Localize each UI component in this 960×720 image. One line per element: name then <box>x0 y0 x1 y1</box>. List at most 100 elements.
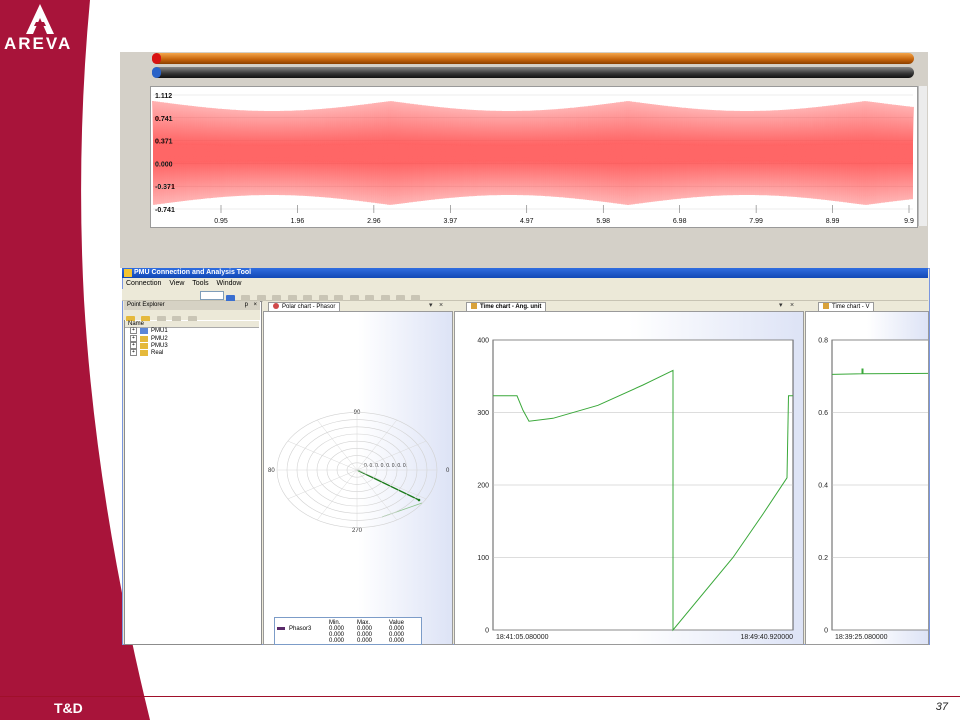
dark-track-bar[interactable] <box>152 67 914 78</box>
v-chart-svg: 0.8 0.6 0.4 0.2 0 18:39:25.080000 <box>818 338 933 641</box>
phasor-tip <box>417 498 421 502</box>
logo-text: AREVA <box>4 34 73 53</box>
table-cell: 0.000 <box>329 638 345 644</box>
footer-line <box>0 696 960 697</box>
wave-x-tick-label: 9.9 <box>904 218 914 225</box>
x-end-label: 18:49:40.920000 <box>740 634 793 641</box>
wave-x-tick-label: 5.98 <box>596 218 610 225</box>
y-tick-label: 200 <box>477 483 489 490</box>
y-tick-label: 100 <box>477 555 489 562</box>
polar-chart-svg: 90 80 270 0 0. 0. 0. 0. 0. 0. 0. 0. <box>268 410 450 534</box>
angle-chart-pane: 400 300 200 100 0 18:41:05.080000 18:49:40.920… <box>454 311 804 645</box>
x-start-label: 18:39:25.080000 <box>835 634 888 641</box>
y-tick-label: 0.4 <box>818 483 828 490</box>
menu-window[interactable]: Window <box>217 280 242 287</box>
waveform-series <box>152 100 914 206</box>
table-cell: 0.000 <box>357 638 373 644</box>
red-marker-icon[interactable] <box>152 53 161 64</box>
wave-y-tick-label: 0.741 <box>155 116 173 123</box>
tab-label: Polar chart - Phasor <box>282 304 336 310</box>
polar-chart-icon <box>273 303 279 310</box>
tab-label: Time chart - V <box>832 304 870 310</box>
polar-spoke <box>287 469 358 500</box>
close-icon[interactable]: × <box>253 301 257 310</box>
polar-chart-pane: 90 80 270 0 0. 0. 0. 0. 0. 0. 0. 0. <box>263 311 453 645</box>
x-start-label: 18:41:05.080000 <box>496 634 549 641</box>
y-tick-label: 0.6 <box>818 410 828 417</box>
waveform-scrollbar[interactable] <box>918 86 927 226</box>
close-icon[interactable]: × <box>439 301 443 310</box>
tree-item[interactable]: + Real <box>130 349 163 357</box>
menu-view[interactable]: View <box>169 280 184 287</box>
wave-x-tick-label: 6.98 <box>673 218 687 225</box>
orange-track-bar[interactable] <box>152 53 914 64</box>
tree-item-label: Real <box>151 350 164 357</box>
polar-spoke <box>356 469 398 521</box>
v-chart-pane: 0.8 0.6 0.4 0.2 0 18:39:25.080000 <box>805 311 933 645</box>
waveform-plot: 1.112 0.741 0.371 0.000 -0.371 -0.741 0.95 1.96… <box>150 86 918 228</box>
pmu-icon <box>140 327 148 334</box>
y-tick-label: 0 <box>485 628 489 635</box>
explorer-toolbar <box>124 310 260 323</box>
folder-icon <box>140 349 148 356</box>
close-icon[interactable]: × <box>790 301 794 310</box>
wave-y-tick-label: 1.112 <box>155 93 172 100</box>
time-chart-icon <box>823 303 829 310</box>
pmu-icon <box>140 342 148 349</box>
tab-label: Time chart - Ang. unit <box>480 304 542 310</box>
angle-chart-svg: 400 300 200 100 0 18:41:05.080000 18:49:40.920… <box>477 338 794 641</box>
wave-x-tick-label: 3.97 <box>444 218 458 225</box>
expand-icon[interactable]: + <box>130 342 137 349</box>
wave-x-tick-label: 7.99 <box>749 218 763 225</box>
footer-text: T&D <box>54 700 83 716</box>
y-tick-label: 0 <box>824 628 828 635</box>
wave-y-tick-label: 0.371 <box>155 139 173 146</box>
menu-connection[interactable]: Connection <box>126 280 161 287</box>
polar-spoke <box>316 469 358 521</box>
phasor-table: Min. Max. Value Phasor3 0.000 0.000 0.00… <box>274 617 422 645</box>
menu-bar: Connection View Tools Window <box>122 279 928 289</box>
y-tick-label: 300 <box>477 410 489 417</box>
polar-spoke <box>316 419 358 471</box>
page-number: 37 <box>935 701 948 713</box>
app-icon <box>124 269 132 277</box>
areva-logo-icon <box>26 4 54 34</box>
table-cell: 0.000 <box>389 638 405 644</box>
polar-angle-bottom: 270 <box>352 528 363 534</box>
menu-tools[interactable]: Tools <box>192 280 208 287</box>
toolbar-combo[interactable] <box>200 291 224 300</box>
dropdown-icon[interactable]: ▾ <box>429 301 433 310</box>
expand-icon[interactable]: + <box>130 327 137 334</box>
window-title: PMU Connection and Analysis Tool <box>134 269 252 276</box>
dropdown-icon[interactable]: ▾ <box>779 301 783 310</box>
wave-y-tick-label: -0.371 <box>155 184 175 191</box>
wave-x-tick-label: 0.95 <box>214 218 228 225</box>
pmu-icon <box>140 335 148 342</box>
time-chart-icon <box>471 303 477 310</box>
y-tick-label: 0.8 <box>818 338 828 345</box>
polar-spoke <box>287 440 358 471</box>
waveform-svg: 1.112 0.741 0.371 0.000 -0.371 -0.741 0.95 1.96… <box>152 93 914 225</box>
y-tick-label: 400 <box>477 338 489 345</box>
polar-spoke <box>356 469 427 500</box>
wave-y-tick-label: 0.000 <box>155 161 173 168</box>
expand-icon[interactable]: + <box>130 335 137 342</box>
y-tick-label: 0.2 <box>818 555 828 562</box>
explorer-header: Point Explorer p × <box>124 301 260 310</box>
expand-icon[interactable]: + <box>130 349 137 356</box>
wave-x-tick-label: 1.96 <box>291 218 305 225</box>
pin-icon[interactable]: p <box>245 301 248 310</box>
tree-item[interactable]: + PMU1 <box>130 327 168 335</box>
toolbar <box>122 289 928 302</box>
polar-angle-right: 0 <box>446 468 450 474</box>
table-row-name: Phasor3 <box>289 626 312 632</box>
phasor-trace <box>381 502 423 518</box>
explorer-title: Point Explorer <box>127 302 165 308</box>
wave-x-tick-label: 8.99 <box>826 218 840 225</box>
wave-y-tick-label: -0.741 <box>155 207 175 214</box>
blue-marker-icon[interactable] <box>152 67 161 78</box>
wave-x-tick-label: 4.97 <box>520 218 534 225</box>
wave-x-tick-label: 2.96 <box>367 218 381 225</box>
tree-item-label: PMU1 <box>151 328 168 335</box>
polar-angle-top: 90 <box>354 410 361 416</box>
